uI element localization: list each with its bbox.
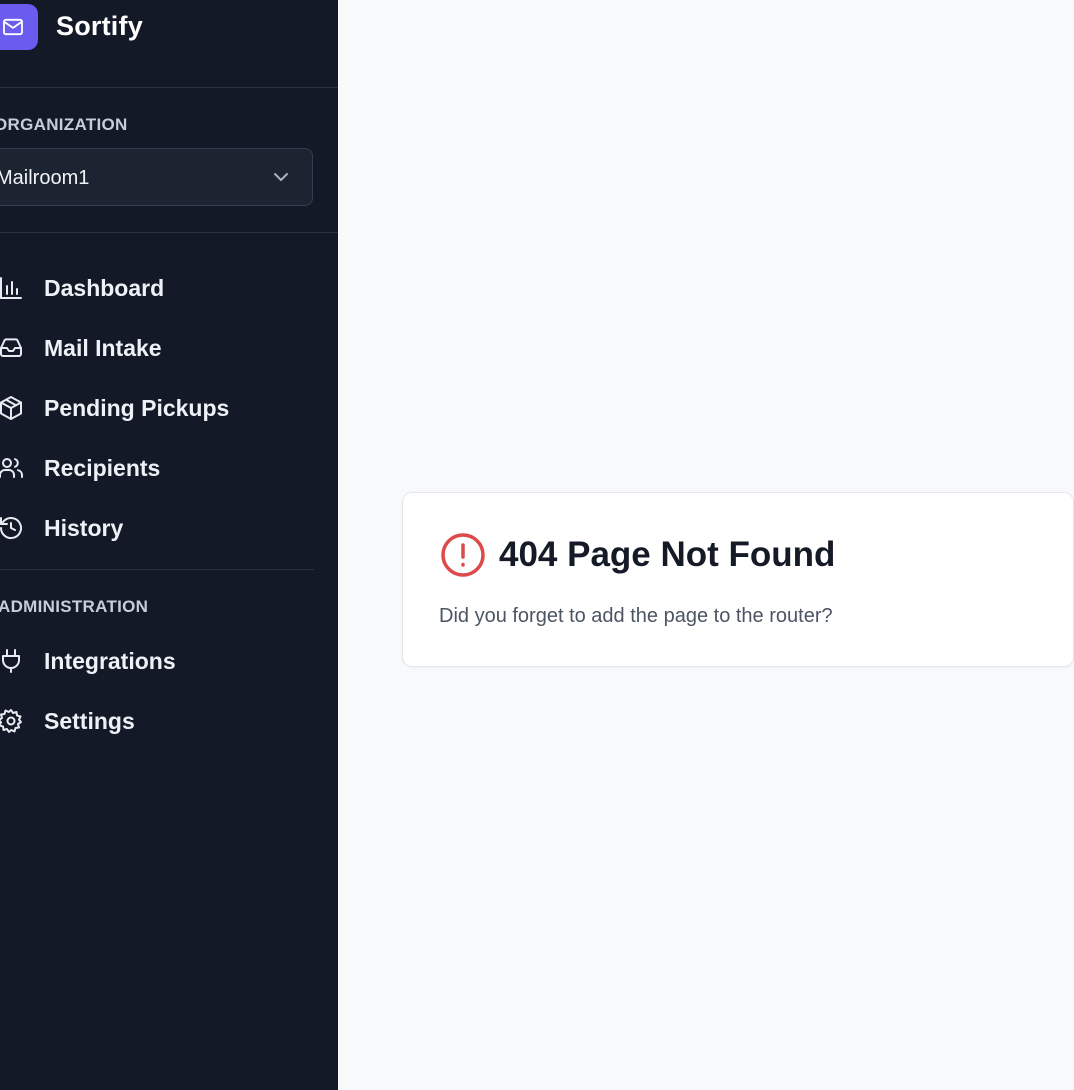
chevron-down-icon xyxy=(274,173,288,181)
plug-icon xyxy=(2,649,20,673)
package-icon xyxy=(0,396,22,420)
nav-item-dashboard[interactable]: Dashboard xyxy=(0,265,320,311)
sidebar-divider xyxy=(0,569,314,570)
bar-chart-icon xyxy=(0,277,22,299)
nav-item-integrations[interactable]: Integrations xyxy=(0,638,320,684)
alert-circle-icon xyxy=(441,533,485,577)
users-icon xyxy=(0,458,23,478)
sidebar-divider xyxy=(0,87,338,88)
nav-item-label: History xyxy=(44,515,124,541)
nav-item-label: Mail Intake xyxy=(44,335,162,361)
not-found-card: 404 Page Not Found Did you forget to add… xyxy=(402,492,1074,667)
gear-icon xyxy=(0,709,22,733)
sidebar-divider xyxy=(0,232,338,233)
nav-item-label: Pending Pickups xyxy=(44,395,230,421)
organization-label: ORGANIZATION xyxy=(0,115,128,134)
app-window: Sortify ORGANIZATION Mailroom1 Dashboard xyxy=(0,0,1074,1090)
main-content: 404 Page Not Found Did you forget to add… xyxy=(338,0,1074,1090)
organization-select[interactable]: Mailroom1 xyxy=(0,148,313,206)
mail-icon xyxy=(3,18,23,36)
nav-item-label: Settings xyxy=(44,708,135,734)
nav-item-label: Integrations xyxy=(44,648,176,674)
nav-item-label: Dashboard xyxy=(44,275,165,301)
brand-logo xyxy=(0,4,38,50)
page-title: 404 Page Not Found xyxy=(499,535,836,574)
inbox-icon xyxy=(0,338,22,357)
nav-item-label: Recipients xyxy=(44,455,161,481)
nav-item-settings[interactable]: Settings xyxy=(0,698,320,744)
nav-item-history[interactable]: History xyxy=(0,505,320,551)
nav-item-recipients[interactable]: Recipients xyxy=(0,445,320,491)
nav-item-pending-pickups[interactable]: Pending Pickups xyxy=(0,385,320,431)
brand[interactable]: Sortify xyxy=(0,0,338,56)
sidebar: Sortify ORGANIZATION Mailroom1 Dashboard xyxy=(0,0,338,1090)
history-icon xyxy=(0,517,22,540)
organization-select-value: Mailroom1 xyxy=(0,167,90,189)
error-message: Did you forget to add the page to the ro… xyxy=(439,605,833,627)
nav-item-mail-intake[interactable]: Mail Intake xyxy=(0,325,320,371)
brand-name: Sortify xyxy=(56,11,143,41)
administration-label: ADMINISTRATION xyxy=(0,597,149,616)
